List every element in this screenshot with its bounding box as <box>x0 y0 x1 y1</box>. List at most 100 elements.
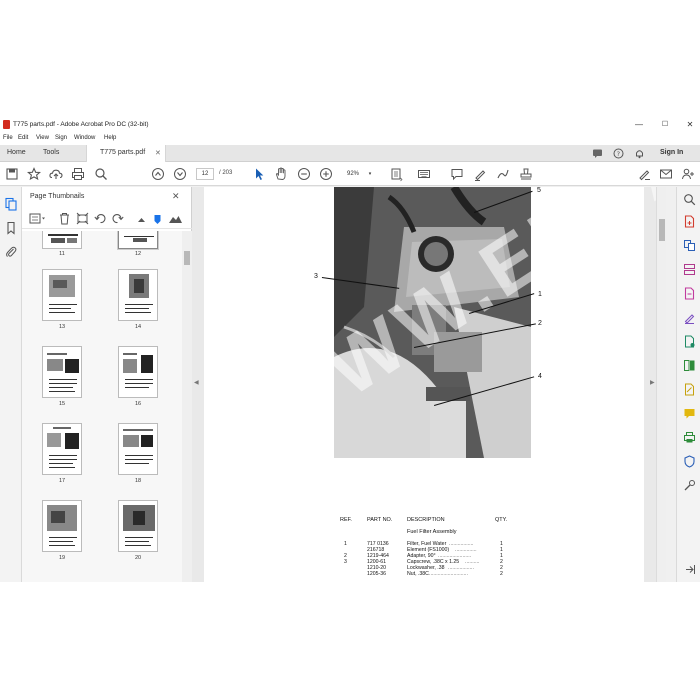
collapse-right-panel-icon[interactable]: ▶ <box>650 379 655 386</box>
col-header-ref: REF. <box>340 517 352 523</box>
keyboard-icon[interactable] <box>416 166 432 182</box>
callout-1: 1 <box>538 291 542 298</box>
combine-files-icon[interactable] <box>683 239 696 252</box>
svg-text:?: ? <box>617 150 620 158</box>
tab-document-label: T775 parts.pdf <box>100 149 146 156</box>
document-scrollbar-thumb[interactable] <box>659 219 665 241</box>
part-description: Nut, .38C <box>407 571 429 577</box>
edit-pdf-icon[interactable] <box>683 311 696 324</box>
bookmark-star-icon[interactable] <box>26 166 42 182</box>
minimize-button[interactable]: — <box>632 119 646 131</box>
thumbnail-scrollbar-thumb[interactable] <box>184 251 190 265</box>
collapse-tools-pane-icon[interactable] <box>683 563 696 576</box>
page-thumbnails-panel: Page Thumbnails ✕ 11 12 13 14 15 16 17 1… <box>22 187 192 582</box>
print-production-icon[interactable] <box>683 431 696 444</box>
document-scrollbar[interactable] <box>656 187 666 582</box>
comment-tool-icon[interactable] <box>449 166 465 182</box>
zoom-level-select[interactable]: 92% ▾ <box>343 168 379 180</box>
close-panel-icon[interactable]: ✕ <box>172 191 180 202</box>
previous-page-icon[interactable] <box>150 166 166 182</box>
export-pdf-icon[interactable] <box>683 287 696 300</box>
page-thumbnail-20[interactable] <box>118 500 158 552</box>
thumbnail-scrollbar[interactable] <box>182 231 192 582</box>
menu-edit[interactable]: Edit <box>18 135 28 141</box>
email-icon[interactable] <box>658 166 674 182</box>
panel-title: Page Thumbnails <box>30 193 85 200</box>
extract-page-icon[interactable] <box>76 212 89 225</box>
share-user-icon[interactable] <box>680 166 696 182</box>
part-ref: 1 <box>344 541 347 547</box>
options-menu-icon[interactable] <box>29 212 47 225</box>
menu-file[interactable]: File <box>3 135 13 141</box>
thumbnail-label: 19 <box>58 555 66 561</box>
page-thumbnail-11[interactable] <box>42 231 82 249</box>
rotate-clockwise-icon[interactable] <box>111 212 124 225</box>
help-icon[interactable]: ? <box>613 148 624 159</box>
draw-icon[interactable] <box>495 166 511 182</box>
page-thumbnail-14[interactable] <box>118 269 158 321</box>
thumbnail-large-icon[interactable] <box>168 212 183 225</box>
notifications-icon[interactable] <box>634 148 645 159</box>
thumbnail-label: 11 <box>59 251 65 257</box>
page-thumbnail-17[interactable] <box>42 423 82 475</box>
stamp-icon[interactable] <box>518 166 534 182</box>
thumbnail-label: 14 <box>134 324 142 330</box>
right-tools-pane <box>676 187 700 582</box>
acrobat-window: T775 parts.pdf - Adobe Acrobat Pro DC (3… <box>0 116 700 582</box>
close-window-button[interactable]: ✕ <box>683 119 697 131</box>
organize-pages-icon[interactable] <box>683 263 696 276</box>
more-tools-icon[interactable] <box>683 479 696 492</box>
page-thumbnail-16[interactable] <box>118 346 158 398</box>
collapse-left-panel-icon[interactable]: ◀ <box>194 379 199 386</box>
tab-home[interactable]: Home <box>7 149 26 156</box>
menu-sign[interactable]: Sign <box>55 135 67 141</box>
comment-tool-icon[interactable] <box>683 407 696 420</box>
fill-sign-icon[interactable] <box>636 166 652 182</box>
zoom-search-icon[interactable] <box>683 193 696 206</box>
page-thumbnail-12-current[interactable] <box>118 231 158 249</box>
fill-and-sign-icon[interactable] <box>683 383 696 396</box>
tab-close-icon[interactable]: ✕ <box>155 149 161 157</box>
highlight-pen-icon[interactable] <box>472 166 488 182</box>
page-thumbnail-18[interactable] <box>118 423 158 475</box>
rotate-counterclockwise-icon[interactable] <box>94 212 107 225</box>
upload-cloud-icon[interactable] <box>48 166 64 182</box>
select-cursor-icon[interactable] <box>251 166 267 182</box>
protect-shield-icon[interactable] <box>683 455 696 468</box>
maximize-button[interactable]: ☐ <box>658 119 672 131</box>
screenshot-canvas: T775 parts.pdf - Adobe Acrobat Pro DC (3… <box>0 0 700 700</box>
create-pdf-icon[interactable] <box>683 215 696 228</box>
menu-view[interactable]: View <box>36 135 49 141</box>
part-qty: 2 <box>500 571 503 577</box>
page-thumbnail-19[interactable] <box>42 500 82 552</box>
page-thumbnail-13[interactable] <box>42 269 82 321</box>
sign-in-button[interactable]: Sign In <box>660 149 683 156</box>
compare-files-icon[interactable] <box>683 359 696 372</box>
thumbnail-small-icon[interactable] <box>137 212 146 225</box>
tab-tools[interactable]: Tools <box>43 149 59 156</box>
fit-page-icon[interactable] <box>388 166 404 182</box>
save-icon[interactable] <box>4 166 20 182</box>
menu-bar: File Edit View Sign Window Help <box>0 134 700 145</box>
delete-page-icon[interactable] <box>58 212 71 225</box>
thumbnail-label: 17 <box>58 478 66 484</box>
page-number-input[interactable]: 12 <box>196 168 214 180</box>
thumbnail-size-slider-icon[interactable] <box>153 212 162 225</box>
request-signatures-icon[interactable] <box>683 335 696 348</box>
zoom-in-icon[interactable] <box>318 166 334 182</box>
print-icon[interactable] <box>70 166 86 182</box>
search-icon[interactable] <box>93 166 109 182</box>
thumbnail-label: 13 <box>58 324 66 330</box>
assembly-title: Fuel Filter Assembly <box>407 529 457 535</box>
menu-window[interactable]: Window <box>74 135 95 141</box>
next-page-icon[interactable] <box>172 166 188 182</box>
attachments-icon[interactable] <box>4 245 18 259</box>
tab-document[interactable]: T775 parts.pdf ✕ <box>86 145 166 162</box>
zoom-out-icon[interactable] <box>296 166 312 182</box>
comment-icon[interactable] <box>592 148 603 159</box>
hand-tool-icon[interactable] <box>273 166 289 182</box>
bookmarks-icon[interactable] <box>4 221 18 235</box>
page-thumbnail-15[interactable] <box>42 346 82 398</box>
page-thumbnails-icon[interactable] <box>4 197 18 211</box>
menu-help[interactable]: Help <box>104 135 116 141</box>
